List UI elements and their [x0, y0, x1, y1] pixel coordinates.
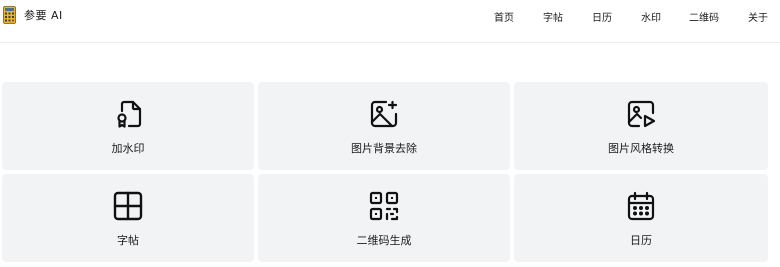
nav-item-qrcode[interactable]: 二维码	[689, 9, 719, 24]
image-play-icon	[625, 98, 657, 130]
top-header: 参要 AI 首页 字帖 日历 水印 二维码 关于	[0, 0, 780, 43]
tool-card-label: 字帖	[117, 234, 139, 247]
nav-item-copybook[interactable]: 字帖	[543, 9, 563, 24]
tool-card-label: 日历	[630, 234, 652, 247]
tool-card-style-transfer[interactable]: 图片风格转换	[514, 82, 768, 170]
tool-card-label: 图片背景去除	[351, 142, 417, 155]
calendar-icon	[625, 190, 657, 222]
nav-item-about[interactable]: 关于	[748, 9, 768, 24]
tool-card-label: 加水印	[111, 142, 145, 155]
main-nav: 首页 字帖 日历 水印 二维码 关于	[0, 9, 780, 24]
tool-card-label: 图片风格转换	[608, 142, 674, 155]
nav-item-calendar[interactable]: 日历	[592, 9, 612, 24]
grid-icon	[112, 190, 144, 222]
tool-card-label: 二维码生成	[356, 234, 412, 247]
tools-grid: 加水印 图片背景去除 图片风格转换 字帖 二维码生成 日历	[0, 82, 780, 264]
tool-card-qrcode[interactable]: 二维码生成	[258, 174, 510, 262]
tool-card-watermark[interactable]: 加水印	[2, 82, 254, 170]
nav-item-watermark[interactable]: 水印	[641, 9, 661, 24]
file-certificate-icon	[112, 98, 144, 130]
tool-card-calendar[interactable]: 日历	[514, 174, 768, 262]
tool-card-copybook[interactable]: 字帖	[2, 174, 254, 262]
qr-code-icon	[368, 190, 400, 222]
image-edit-icon	[368, 98, 400, 130]
nav-item-home[interactable]: 首页	[494, 9, 514, 24]
tool-card-background-removal[interactable]: 图片背景去除	[258, 82, 510, 170]
